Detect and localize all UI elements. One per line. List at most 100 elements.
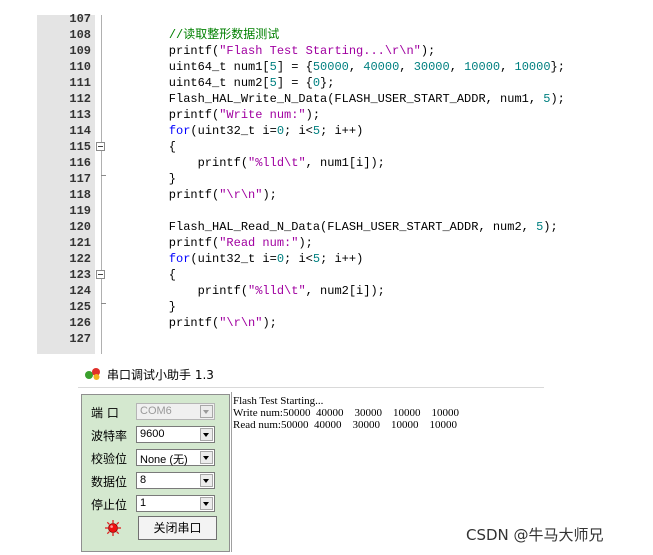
code-line[interactable]: 112 Flash_HAL_Write_N_Data(FLASH_USER_ST…	[37, 91, 653, 107]
chevron-down-icon	[200, 474, 213, 487]
code-token: //读取整形数据测试	[168, 28, 280, 42]
databits-value: 8	[140, 474, 147, 486]
fold-collapse-icon[interactable]	[96, 270, 105, 279]
port-select[interactable]: COM6	[136, 403, 215, 420]
code-line[interactable]: 114 for(uint32_t i=0; i<5; i++)	[37, 123, 653, 139]
code-token: ; i<	[284, 252, 313, 266]
line-number: 122	[69, 252, 91, 266]
line-number: 126	[69, 316, 91, 330]
code-token: ,	[399, 60, 414, 74]
code-line[interactable]: 111 uint64_t num2[5] = {0};	[37, 75, 653, 91]
code-line[interactable]: 117 }	[37, 171, 653, 187]
line-number: 114	[69, 124, 91, 138]
line-number: 125	[69, 300, 91, 314]
chevron-down-icon	[200, 497, 213, 510]
code-token: {	[140, 140, 177, 154]
code-token: ,	[449, 60, 465, 74]
fold-end-marker	[101, 175, 106, 176]
code-token: 10000	[464, 60, 501, 74]
code-line[interactable]: 110 uint64_t num1[5] = {50000, 40000, 30…	[37, 59, 653, 75]
code-token: printf(	[140, 108, 220, 122]
code-line[interactable]: 113 printf("Write num:");	[37, 107, 653, 123]
code-token: (uint32_t i=	[190, 252, 277, 266]
line-number: 123	[69, 268, 91, 282]
code-token: 40000	[363, 60, 400, 74]
code-token: };	[320, 76, 335, 90]
line-number: 120	[69, 220, 91, 234]
code-line[interactable]: 124 printf("%lld\t", num2[i]);	[37, 283, 653, 299]
line-number: 110	[69, 60, 91, 74]
line-number: 115	[69, 140, 91, 154]
parity-select[interactable]: None (无)	[136, 449, 215, 466]
code-token: "%lld\t"	[248, 156, 306, 170]
code-token: 0	[276, 124, 285, 138]
code-token: );	[550, 92, 565, 106]
code-text: uint64_t num2[5] = {0};	[140, 75, 335, 91]
line-number: 109	[69, 44, 91, 58]
databits-select[interactable]: 8	[136, 472, 215, 489]
code-line[interactable]: 118 printf("\r\n");	[37, 187, 653, 203]
code-token: );	[543, 220, 558, 234]
code-text: printf("\r\n");	[140, 315, 277, 331]
code-token: 0	[276, 252, 285, 266]
line-number: 112	[69, 92, 91, 106]
code-line[interactable]: 116 printf("%lld\t", num1[i]);	[37, 155, 653, 171]
settings-panel: 端 口 COM6 波特率 9600 校验位 None (无) 数据位 8 停止位…	[81, 394, 230, 552]
code-token: ; i<	[284, 124, 313, 138]
fold-end-marker	[101, 303, 106, 304]
code-line[interactable]: 126 printf("\r\n");	[37, 315, 653, 331]
close-port-button[interactable]: 关闭串口	[138, 516, 217, 540]
code-token: );	[420, 44, 436, 58]
title-bar[interactable]: 串口调试小助手 1.3	[78, 362, 544, 388]
code-line[interactable]: 123 {	[37, 267, 653, 283]
line-number: 121	[69, 236, 91, 250]
code-token: printf(	[140, 44, 220, 58]
baud-value: 9600	[140, 428, 165, 440]
code-line[interactable]: 119	[37, 203, 653, 219]
code-token: 5	[312, 124, 321, 138]
code-token: 50000	[312, 60, 349, 74]
port-status-led-icon	[105, 520, 121, 536]
code-line[interactable]: 109 printf("Flash Test Starting...\r\n")…	[37, 43, 653, 59]
code-token: 5	[269, 76, 277, 90]
code-token: ; i++)	[320, 124, 364, 138]
code-line[interactable]: 125 }	[37, 299, 653, 315]
code-text: }	[140, 299, 176, 315]
chevron-down-icon	[200, 451, 213, 464]
code-token: "\r\n"	[219, 188, 263, 202]
code-token: "Read num:"	[219, 236, 299, 250]
code-token: "%lld\t"	[248, 284, 306, 298]
code-token: for	[168, 124, 191, 138]
code-token: printf(	[140, 156, 249, 170]
code-line[interactable]: 115 {	[37, 139, 653, 155]
code-token: );	[298, 236, 313, 250]
code-token: ] = {	[276, 76, 313, 90]
code-text: printf("Write num:");	[140, 107, 320, 123]
code-token: "Write num:"	[219, 108, 306, 122]
code-line[interactable]: 122 for(uint32_t i=0; i<5; i++)	[37, 251, 653, 267]
baud-select[interactable]: 9600	[136, 426, 215, 443]
window-title: 串口调试小助手 1.3	[107, 368, 214, 382]
line-number: 111	[69, 76, 91, 90]
code-token: };	[550, 60, 565, 74]
fold-collapse-icon[interactable]	[96, 142, 105, 151]
code-token: "\r\n"	[219, 316, 263, 330]
code-line[interactable]: 108 //读取整形数据测试	[37, 27, 653, 43]
stopbits-select[interactable]: 1	[136, 495, 215, 512]
code-token: 5	[312, 252, 321, 266]
code-line[interactable]: 121 printf("Read num:");	[37, 235, 653, 251]
code-line[interactable]: 120 Flash_HAL_Read_N_Data(FLASH_USER_STA…	[37, 219, 653, 235]
code-text: for(uint32_t i=0; i<5; i++)	[140, 251, 363, 267]
code-token: );	[262, 316, 277, 330]
code-token: {	[140, 268, 177, 282]
code-line[interactable]: 107	[37, 11, 653, 27]
code-token: ,	[500, 60, 515, 74]
line-number: 108	[69, 28, 91, 42]
code-editor[interactable]: 107 108 //读取整形数据测试 109 printf("Flash Test …	[37, 12, 653, 354]
code-line[interactable]: 127	[37, 331, 653, 347]
code-text: Flash_HAL_Read_N_Data(FLASH_USER_START_A…	[140, 219, 558, 235]
code-token: }	[140, 300, 177, 314]
port-value: COM6	[140, 405, 172, 417]
